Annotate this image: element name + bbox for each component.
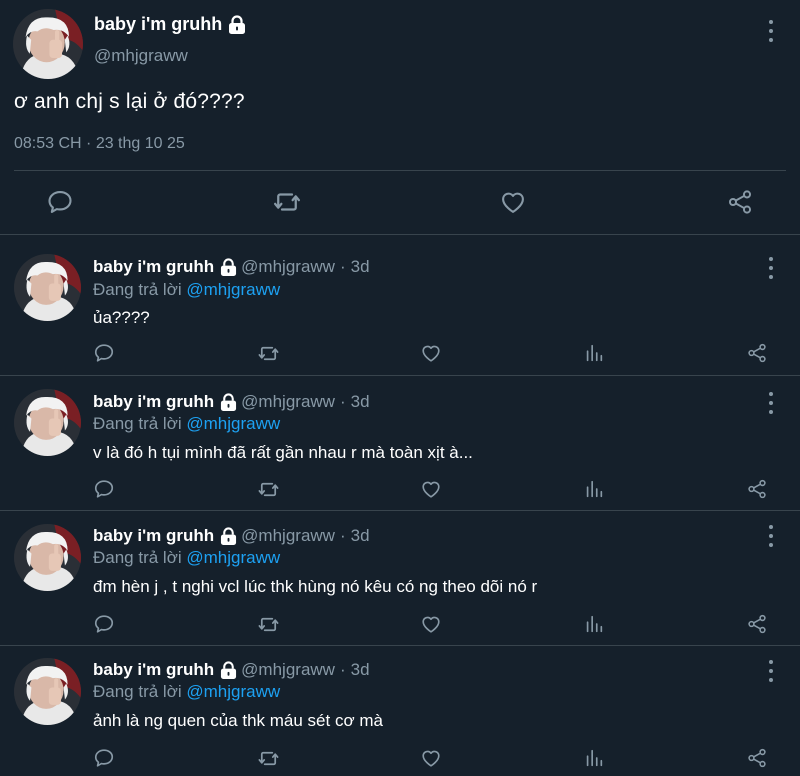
- avatar-image: [14, 389, 81, 456]
- main-author-row: baby i'm gruhh: [94, 14, 246, 35]
- retweet-icon[interactable]: [256, 341, 280, 365]
- retweet-icon[interactable]: [256, 477, 280, 501]
- like-icon[interactable]: [419, 612, 443, 636]
- display-name[interactable]: baby i'm gruhh: [93, 526, 214, 546]
- separator: ·: [339, 526, 346, 545]
- mention-link[interactable]: @mhjgraww: [186, 414, 280, 433]
- main-tweet: baby i'm gruhh @mhjgraww ơ anh chj s lại…: [0, 0, 800, 235]
- handle[interactable]: @mhjgraww: [241, 526, 335, 546]
- tweet-text: ơ anh chj s lại ở đó????: [14, 90, 245, 113]
- avatar[interactable]: [14, 658, 81, 725]
- lock-icon: [228, 15, 246, 35]
- handle[interactable]: @mhjgraww: [241, 660, 335, 680]
- avatar[interactable]: [14, 524, 81, 591]
- display-name[interactable]: baby i'm gruhh: [93, 392, 214, 412]
- avatar-image: [14, 658, 81, 725]
- reply-icon[interactable]: [92, 612, 116, 636]
- avatar-image: [14, 524, 81, 591]
- reply-time[interactable]: 3d: [351, 392, 370, 412]
- reply-icon[interactable]: [44, 186, 76, 218]
- handle[interactable]: @mhjgraww: [241, 257, 335, 277]
- reply-icon[interactable]: [92, 746, 116, 770]
- mention-link[interactable]: @mhjgraww: [186, 280, 280, 299]
- reply-time[interactable]: 3d: [351, 526, 370, 546]
- thread-view: baby i'm gruhh @mhjgraww ơ anh chj s lại…: [0, 0, 800, 776]
- avatar[interactable]: [13, 9, 83, 79]
- share-icon[interactable]: [745, 341, 769, 365]
- handle[interactable]: @mhjgraww: [241, 392, 335, 412]
- reply-tweet[interactable]: baby i'm gruhh @mhjgraww · 3d Đang trả l…: [0, 235, 800, 376]
- share-icon[interactable]: [724, 186, 756, 218]
- reply-header: baby i'm gruhh @mhjgraww · 3d: [93, 392, 370, 412]
- more-icon[interactable]: [768, 257, 774, 279]
- tweet-text: ảnh là ng quen của thk máu sét cơ mà: [93, 711, 383, 730]
- replying-prefix: Đang trả lời: [93, 682, 182, 701]
- share-icon[interactable]: [745, 746, 769, 770]
- avatar[interactable]: [14, 254, 81, 321]
- reply-header: baby i'm gruhh @mhjgraww · 3d: [93, 257, 370, 277]
- handle[interactable]: @mhjgraww: [94, 46, 188, 66]
- tweet-text: v là đó h tụi mình đã rất gần nhau r mà …: [93, 443, 473, 462]
- share-icon[interactable]: [745, 612, 769, 636]
- share-icon[interactable]: [745, 477, 769, 501]
- replying-prefix: Đang trả lời: [93, 548, 182, 567]
- reply-icon[interactable]: [92, 341, 116, 365]
- stats-icon[interactable]: [582, 477, 606, 501]
- reply-icon[interactable]: [92, 477, 116, 501]
- retweet-icon[interactable]: [256, 746, 280, 770]
- replying-prefix: Đang trả lời: [93, 280, 182, 299]
- tweet-text: ủa????: [93, 308, 150, 327]
- separator: ·: [339, 392, 346, 411]
- display-name[interactable]: baby i'm gruhh: [93, 660, 214, 680]
- replying-to: Đang trả lời @mhjgraww: [93, 548, 280, 568]
- reply-tweet[interactable]: baby i'm gruhh @mhjgraww · 3d Đang trả l…: [0, 376, 800, 511]
- reply-header: baby i'm gruhh @mhjgraww · 3d: [93, 526, 370, 546]
- reply-tweet[interactable]: baby i'm gruhh @mhjgraww · 3d Đang trả l…: [0, 646, 800, 776]
- display-name[interactable]: baby i'm gruhh: [93, 257, 214, 277]
- reply-time[interactable]: 3d: [351, 660, 370, 680]
- replying-to: Đang trả lời @mhjgraww: [93, 682, 280, 702]
- lock-icon: [220, 393, 237, 412]
- lock-icon: [220, 661, 237, 680]
- more-icon[interactable]: [768, 525, 774, 547]
- replying-to: Đang trả lời @mhjgraww: [93, 414, 280, 434]
- stats-icon[interactable]: [582, 612, 606, 636]
- more-icon[interactable]: [768, 660, 774, 682]
- stats-icon[interactable]: [582, 746, 606, 770]
- more-icon[interactable]: [768, 392, 774, 414]
- retweet-icon[interactable]: [271, 186, 303, 218]
- divider: [14, 170, 786, 171]
- display-name[interactable]: baby i'm gruhh: [94, 14, 222, 35]
- mention-link[interactable]: @mhjgraww: [186, 682, 280, 701]
- separator: ·: [339, 257, 346, 276]
- tweet-timestamp[interactable]: 08:53 CH · 23 thg 10 25: [14, 135, 185, 153]
- avatar-image: [14, 254, 81, 321]
- avatar[interactable]: [14, 389, 81, 456]
- like-icon[interactable]: [497, 186, 529, 218]
- stats-icon[interactable]: [582, 341, 606, 365]
- like-icon[interactable]: [419, 477, 443, 501]
- separator: ·: [339, 660, 346, 679]
- reply-header: baby i'm gruhh @mhjgraww · 3d: [93, 660, 370, 680]
- replying-prefix: Đang trả lời: [93, 414, 182, 433]
- lock-icon: [220, 527, 237, 546]
- avatar-image: [13, 9, 83, 79]
- reply-time[interactable]: 3d: [351, 257, 370, 277]
- tweet-text: đm hèn j , t nghi vcl lúc thk hùng nó kê…: [93, 577, 538, 596]
- lock-icon: [220, 258, 237, 277]
- replying-to: Đang trả lời @mhjgraww: [93, 280, 280, 300]
- like-icon[interactable]: [419, 746, 443, 770]
- more-icon[interactable]: [768, 20, 774, 42]
- mention-link[interactable]: @mhjgraww: [186, 548, 280, 567]
- retweet-icon[interactable]: [256, 612, 280, 636]
- reply-tweet[interactable]: baby i'm gruhh @mhjgraww · 3d Đang trả l…: [0, 511, 800, 646]
- like-icon[interactable]: [419, 341, 443, 365]
